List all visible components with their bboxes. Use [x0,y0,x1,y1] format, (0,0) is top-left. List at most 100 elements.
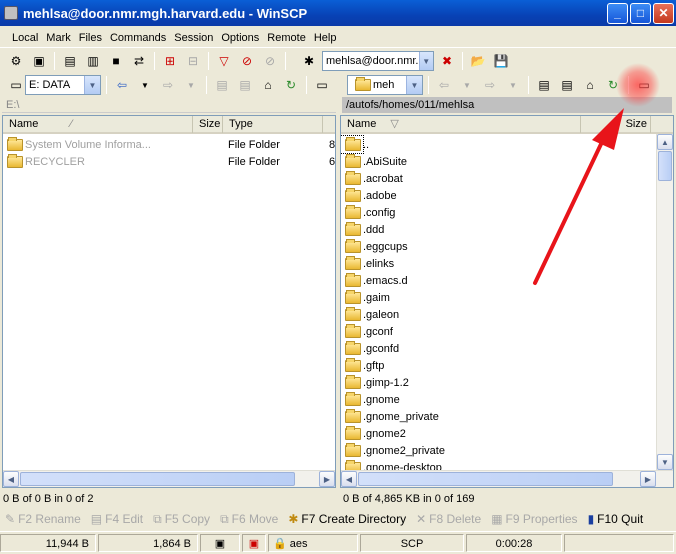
scroll-left-icon[interactable]: ◀ [3,471,19,487]
save-session-icon[interactable]: 💾 [491,51,511,71]
folder-icon [345,255,361,270]
list-item[interactable]: .elinks [341,255,657,272]
back-dropdown-icon[interactable]: ▼ [135,75,155,95]
column-name[interactable]: Name ⁄ [3,116,193,133]
synchronize-icon[interactable]: ⇄ [129,51,149,71]
chevron-down-icon[interactable]: ▼ [406,76,422,94]
remote-directory-combo[interactable]: meh ▼ [347,75,423,95]
chevron-down-icon[interactable]: ▼ [418,52,433,70]
menu-session[interactable]: Session [170,32,217,44]
console-icon[interactable]: ▣ [29,51,49,71]
menu-commands[interactable]: Commands [106,32,170,44]
list-item[interactable]: RECYCLER File Folder 6 [3,153,335,170]
list-item[interactable]: .gnome2_private [341,442,657,459]
scroll-thumb[interactable] [20,472,295,486]
menu-mark[interactable]: Mark [42,32,74,44]
list-item[interactable]: .gnome_private [341,408,657,425]
disconnect-icon[interactable]: ✖ [437,51,457,71]
menu-remote[interactable]: Remote [263,32,310,44]
ignore-icon[interactable]: ⊘ [260,51,280,71]
list-item[interactable]: .gimp-1.2 [341,374,657,391]
menu-local[interactable]: Local [8,32,42,44]
preferences-gear-icon[interactable]: ⚙ [6,51,26,71]
refresh-icon[interactable]: ↻ [281,75,301,95]
column-name[interactable]: Name ▽ [341,116,581,133]
list-item[interactable]: .eggcups [341,238,657,255]
column-type[interactable]: Type [223,116,323,133]
properties-button[interactable]: ▦ F9 Properties [486,512,582,526]
list-item[interactable]: .gaim [341,289,657,306]
column-size[interactable]: Size [581,116,651,133]
scroll-right-icon[interactable]: ▶ [319,471,335,487]
scroll-down-icon[interactable]: ▼ [657,454,673,470]
edit-button[interactable]: ▤ F4 Edit [86,512,148,526]
maximize-button[interactable]: □ [630,2,651,24]
list-item[interactable]: .adobe [341,187,657,204]
forward-dropdown-icon[interactable]: ▼ [181,75,201,95]
list-item[interactable]: .galeon [341,306,657,323]
back-dropdown-icon[interactable]: ▼ [457,75,477,95]
forward-dropdown-icon[interactable]: ▼ [503,75,523,95]
create-directory-button[interactable]: ✱ F7 Create Directory [283,512,411,526]
open-folder-icon[interactable]: ▭ [634,75,654,95]
root-directory-icon[interactable]: ▤ [235,75,255,95]
refresh-icon[interactable]: ↻ [603,75,623,95]
delete-button[interactable]: ✕ F8 Delete [411,512,486,526]
home-icon[interactable]: ⌂ [580,75,600,95]
list-item[interactable]: .acrobat [341,170,657,187]
unselect-files-icon[interactable]: ⊟ [183,51,203,71]
home-icon[interactable]: ⌂ [258,75,278,95]
quit-button[interactable]: ▮ F10 Quit [583,512,649,526]
drive-combo[interactable]: E: DATA ▼ [25,75,101,95]
menu-files[interactable]: Files [75,32,106,44]
open-directory-icon[interactable]: 📂 [468,51,488,71]
back-icon[interactable]: ⇦ [434,75,454,95]
list-item[interactable]: .AbiSuite [341,153,657,170]
list-item[interactable]: .gnome2 [341,425,657,442]
filter-icon[interactable]: ▽ [214,51,234,71]
clipboard-icon[interactable]: ▥ [83,51,103,71]
minimize-button[interactable]: _ [607,2,628,24]
left-horizontal-scrollbar[interactable]: ◀ ▶ [3,470,335,487]
move-button[interactable]: ⧉ F6 Move [215,512,283,527]
session-combo[interactable]: mehlsa@door.nmr. ▼ [322,51,434,71]
right-file-panel[interactable]: Name ▽ Size .. .AbiSuite .acrobat .adobe .con… [340,115,674,488]
forward-icon[interactable]: ⇨ [158,75,178,95]
winscp-app-icon[interactable] [4,6,18,20]
parent-directory-icon[interactable]: ▤ [534,75,554,95]
list-item[interactable]: .ddd [341,221,657,238]
list-item[interactable]: .gftp [341,357,657,374]
scroll-up-icon[interactable]: ▲ [657,134,673,150]
menu-options[interactable]: Options [217,32,263,44]
queue-icon[interactable]: ▤ [60,51,80,71]
copy-button[interactable]: ⧉ F5 Copy [148,512,215,527]
parent-directory-row[interactable]: .. [341,135,369,154]
chevron-down-icon[interactable]: ▼ [84,76,100,94]
menu-help[interactable]: Help [310,32,341,44]
scroll-right-icon[interactable]: ▶ [640,471,656,487]
column-size[interactable]: Size [193,116,223,133]
forward-icon[interactable]: ⇨ [480,75,500,95]
close-button[interactable]: ✕ [653,2,674,24]
scroll-thumb[interactable] [358,472,613,486]
list-item[interactable]: .emacs.d [341,272,657,289]
root-directory-icon[interactable]: ▤ [557,75,577,95]
back-icon[interactable]: ⇦ [112,75,132,95]
list-item[interactable]: .gconf [341,323,657,340]
rename-button[interactable]: ✎ F2 Rename [0,512,86,526]
right-horizontal-scrollbar[interactable]: ◀ ▶ [341,470,673,487]
list-item[interactable]: System Volume Informa... File Folder 8 [3,136,335,153]
list-item[interactable]: .gconfd [341,340,657,357]
open-folder-icon[interactable]: ▭ [312,75,332,95]
list-item[interactable]: .config [341,204,657,221]
scroll-left-icon[interactable]: ◀ [341,471,357,487]
parent-directory-icon[interactable]: ▤ [212,75,232,95]
right-vertical-scrollbar[interactable]: ▲ ▼ [656,134,673,470]
compare-icon[interactable]: ⊘ [237,51,257,71]
list-item[interactable]: .gnome [341,391,657,408]
left-file-panel[interactable]: Name ⁄ Size Type System Volume Informa...… [2,115,336,488]
new-session-icon[interactable]: ✱ [299,51,319,71]
select-files-icon[interactable]: ⊞ [160,51,180,71]
scroll-thumb[interactable] [658,151,672,181]
terminal-icon[interactable]: ■ [106,51,126,71]
